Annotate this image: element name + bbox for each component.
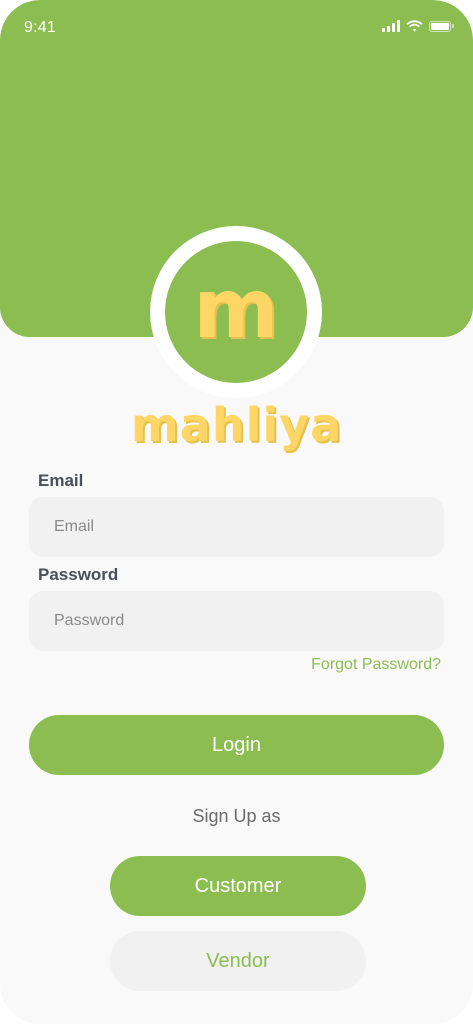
login-button[interactable]: Login: [29, 715, 444, 775]
password-label: Password: [38, 565, 119, 584]
signup-prompt: Sign Up as: [192, 806, 281, 826]
signup-vendor-button[interactable]: Vendor: [110, 931, 366, 991]
forgot-password-link[interactable]: Forgot Password?: [311, 656, 441, 674]
email-label: Email: [38, 471, 84, 490]
cellular-signal-icon: [382, 20, 400, 32]
signup-customer-button[interactable]: Customer: [110, 856, 366, 916]
battery-icon: [429, 20, 454, 32]
password-field[interactable]: [29, 591, 444, 651]
logo-m-icon: m m: [193, 262, 280, 359]
svg-text:m: m: [193, 262, 278, 357]
status-icons: [382, 20, 454, 32]
login-screen: 9:41 m m mahliya Email Password Fo: [0, 0, 473, 1024]
wifi-icon: [406, 20, 423, 32]
email-field[interactable]: [29, 497, 444, 557]
status-time: 9:41: [24, 19, 56, 36]
brand-name: mahliya: [130, 398, 343, 452]
